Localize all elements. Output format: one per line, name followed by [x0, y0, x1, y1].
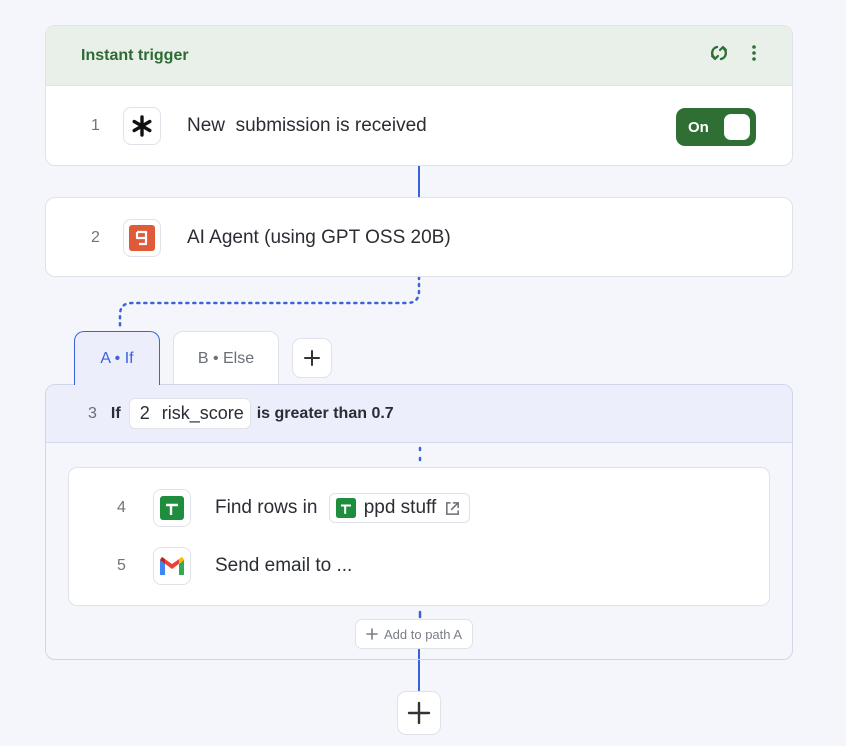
condition-row[interactable]: 3 If 2 risk_score is greater than 0.7: [46, 385, 792, 443]
condition-prefix: If: [110, 404, 121, 422]
branch-dotted-connector-inner: [418, 446, 422, 465]
plus-icon: [407, 701, 431, 725]
path-step-label: Find rows in: [215, 497, 318, 519]
spreadsheet-name: ppd stuff: [363, 497, 437, 518]
trigger-card[interactable]: Instant trigger 1 New submission is rece…: [45, 25, 793, 166]
step-number: 3: [88, 404, 97, 422]
step-number: 1: [91, 117, 100, 134]
connector-line: [418, 660, 420, 691]
path-step-find-rows[interactable]: 4 Find rows in ppd stuff: [69, 479, 769, 537]
step-number: 5: [117, 557, 126, 574]
google-sheets-icon: [335, 498, 356, 518]
add-step-button[interactable]: [397, 691, 441, 735]
toggle-knob: [724, 114, 750, 140]
plus-icon: [304, 350, 320, 366]
add-to-path-label: Add to path A: [384, 626, 463, 642]
trigger-header: Instant trigger: [46, 26, 792, 86]
connector-line: [418, 166, 420, 197]
connector-line: [418, 649, 420, 659]
branch-dotted-connector: [118, 277, 421, 329]
trigger-step-label: New submission is received: [187, 115, 427, 136]
trigger-toggle[interactable]: On: [676, 108, 756, 146]
spreadsheet-chip[interactable]: ppd stuff: [328, 493, 471, 523]
google-sheets-icon: [153, 489, 191, 527]
path-step-text: Find rows in ppd stuff: [215, 493, 471, 523]
asterisk-icon: [123, 107, 161, 145]
external-link-icon[interactable]: [444, 500, 461, 517]
add-to-path-button[interactable]: Add to path A: [355, 619, 474, 649]
variable-chip[interactable]: 2 risk_score: [128, 398, 251, 429]
refresh-icon[interactable]: [709, 43, 729, 68]
ai-agent-icon: [123, 219, 161, 257]
path-dotted-connector: [418, 610, 422, 619]
chip-step-number: 2: [139, 403, 150, 423]
path-step-send-email[interactable]: 5 Send email to ...: [69, 537, 769, 595]
step-number: 2: [91, 229, 100, 246]
ai-agent-card[interactable]: 2 AI Agent (using GPT OSS 20B): [45, 197, 793, 277]
step-number: 4: [117, 499, 126, 516]
toggle-label: On: [688, 118, 709, 136]
chip-field: risk_score: [161, 403, 244, 423]
add-path-tab-button[interactable]: [292, 338, 332, 378]
tab-path-b[interactable]: B • Else: [173, 331, 279, 385]
path-a-steps-card: 4 Find rows in ppd stuff 5 Send email to…: [68, 467, 770, 606]
gmail-icon: [153, 547, 191, 585]
condition-operator: is greater than 0.7: [256, 404, 394, 422]
tab-path-a[interactable]: A • If: [74, 331, 160, 385]
plus-icon: [366, 628, 378, 640]
branch-container: 3 If 2 risk_score is greater than 0.7 4 …: [45, 384, 793, 660]
trigger-step-row[interactable]: 1 New submission is received On: [46, 86, 792, 165]
agent-step-row[interactable]: 2 AI Agent (using GPT OSS 20B): [46, 198, 792, 278]
path-step-label: Send email to ...: [215, 555, 353, 576]
agent-step-label: AI Agent (using GPT OSS 20B): [187, 227, 451, 248]
more-options-icon[interactable]: [751, 44, 757, 67]
trigger-title: Instant trigger: [81, 46, 189, 64]
